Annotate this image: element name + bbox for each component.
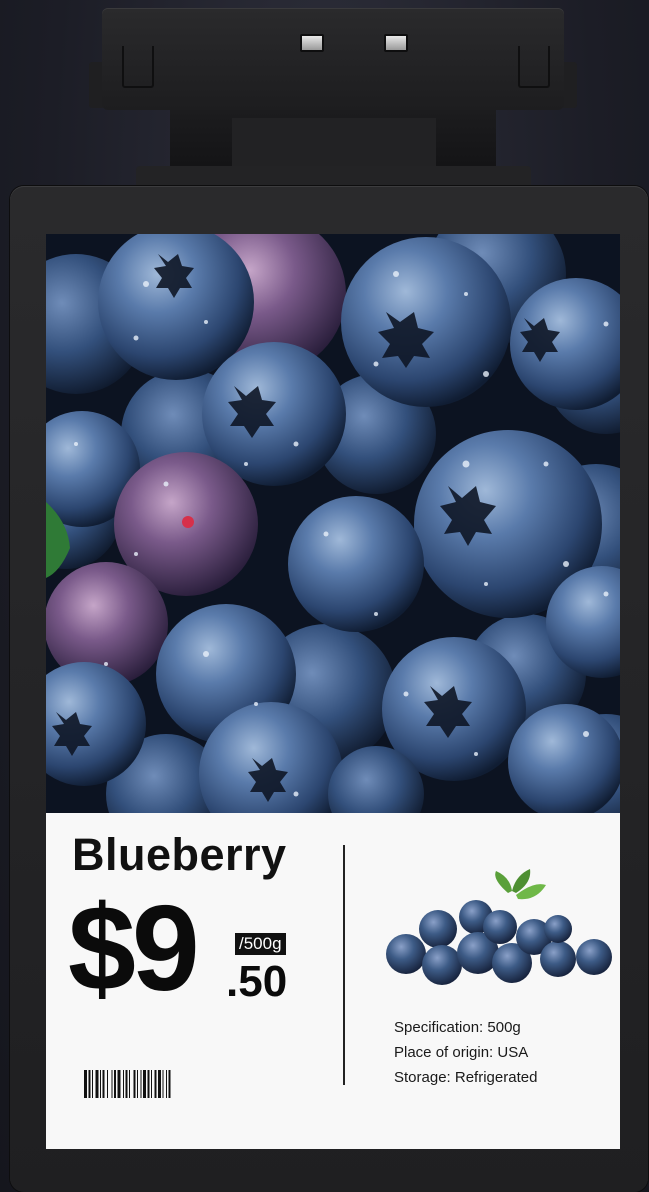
price-main: $9 xyxy=(68,880,200,1016)
clip-slot-right xyxy=(384,34,408,52)
barcode xyxy=(84,1070,171,1098)
clip-notch-right xyxy=(518,46,550,88)
spec-list: Specification: 500g Place of origin: USA… xyxy=(394,1015,537,1090)
blueberries-photo xyxy=(46,234,620,813)
price-unit-badge: /500g xyxy=(235,933,286,955)
clip-neck-inner xyxy=(232,118,436,166)
spec-specification: Specification: 500g xyxy=(394,1019,521,1036)
mounting-clip xyxy=(102,8,564,110)
spec-origin: Place of origin: USA xyxy=(394,1044,529,1061)
clip-notch-left xyxy=(122,46,154,88)
price-label: Blueberry $9 /500g .50 Specification: 50… xyxy=(46,813,620,1149)
clip-slot-left xyxy=(300,34,324,52)
spec-storage: Storage: Refrigerated xyxy=(394,1069,538,1086)
product-name: Blueberry xyxy=(72,829,287,880)
price-cents: .50 xyxy=(226,957,288,1006)
blueberry-cluster-image xyxy=(386,869,612,985)
label-divider xyxy=(343,845,345,1085)
blueberries-photo-art xyxy=(46,234,620,813)
display-screen: Blueberry $9 /500g .50 Specification: 50… xyxy=(46,234,620,1149)
